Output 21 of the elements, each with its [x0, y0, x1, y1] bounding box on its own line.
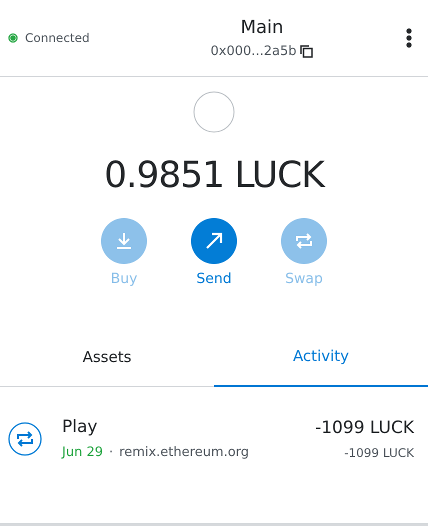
swap-icon [294, 231, 314, 251]
connection-status: Connected [25, 31, 90, 45]
account-name[interactable]: Main [240, 17, 284, 38]
activity-title[interactable]: Play [62, 417, 316, 437]
swap-icon [8, 422, 42, 456]
balance-amount: 0.9851 LUCK [104, 155, 324, 196]
separator-dot: · [109, 445, 114, 460]
activity-secondary-amount: -1099 LUCK [344, 446, 414, 460]
activity-origin: remix.ethereum.org [119, 445, 250, 460]
copy-icon[interactable] [300, 45, 314, 58]
menu-icon[interactable] [406, 28, 412, 48]
action-label: Send [196, 271, 232, 287]
avatar-icon [193, 91, 235, 133]
download-icon [114, 231, 134, 251]
activity-date: Jun 29 [62, 445, 103, 460]
account-address: 0x000...2a5b [210, 44, 296, 59]
arrow-icon [204, 231, 224, 251]
action-button[interactable] [191, 218, 237, 264]
action-label: Swap [285, 271, 323, 287]
action-label: Buy [110, 271, 138, 287]
activity-amount: -1099 LUCK [315, 418, 414, 438]
